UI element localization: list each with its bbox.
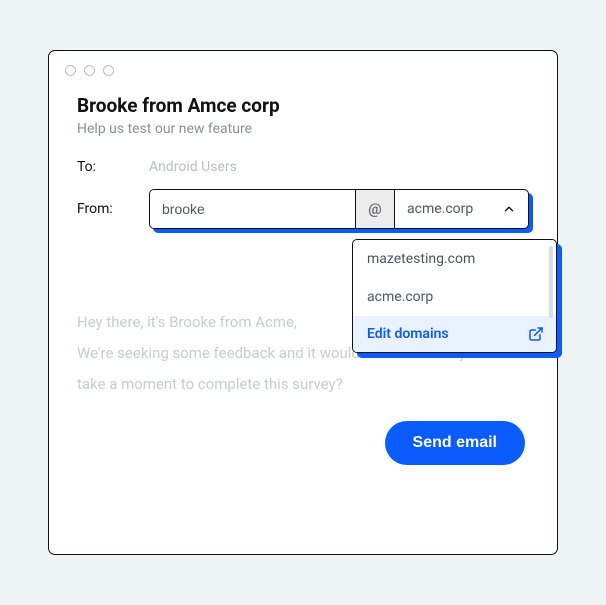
window-minimize-icon[interactable]	[84, 65, 95, 76]
from-input-group: @ acme.corp mazetesting.com acme.corp	[149, 189, 529, 229]
domain-option[interactable]: mazetesting.com	[353, 240, 556, 278]
email-subject: Brooke from Amce corp	[77, 94, 529, 117]
to-label: To:	[77, 159, 149, 175]
to-input[interactable]: Android Users	[149, 159, 237, 175]
domain-option[interactable]: acme.corp	[353, 278, 556, 316]
window-zoom-icon[interactable]	[103, 65, 114, 76]
domain-dropdown: mazetesting.com acme.corp Edit domains	[352, 239, 557, 353]
actions-row: Send email	[77, 421, 529, 465]
from-row: From: @ acme.corp	[77, 189, 529, 229]
send-email-button[interactable]: Send email	[385, 421, 525, 465]
external-link-icon	[528, 326, 544, 342]
chevron-up-icon	[502, 202, 516, 216]
window-traffic-lights	[49, 51, 557, 76]
compose-window: Brooke from Amce corp Help us test our n…	[48, 50, 558, 555]
email-subheading: Help us test our new feature	[77, 121, 529, 137]
to-row: To: Android Users	[77, 159, 529, 175]
at-separator: @	[355, 190, 395, 228]
domain-dropdown-panel: mazetesting.com acme.corp Edit domains	[352, 239, 557, 353]
from-domain-value: acme.corp	[407, 201, 473, 217]
edit-domains-button[interactable]: Edit domains	[353, 316, 556, 352]
edit-domains-label: Edit domains	[367, 326, 449, 342]
window-close-icon[interactable]	[65, 65, 76, 76]
from-input-box: @ acme.corp	[149, 189, 529, 229]
from-label: From:	[77, 201, 149, 217]
from-local-input[interactable]	[150, 190, 355, 228]
dropdown-scrollbar[interactable]	[549, 246, 553, 318]
compose-content: Brooke from Amce corp Help us test our n…	[49, 76, 557, 465]
from-domain-select[interactable]: acme.corp	[395, 190, 528, 228]
